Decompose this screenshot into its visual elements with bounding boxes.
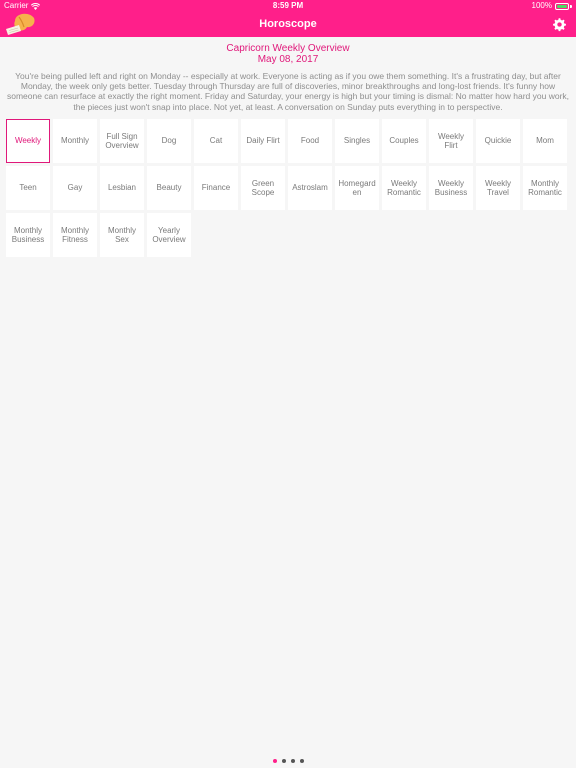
category-tile-gay[interactable]: Gay: [53, 166, 97, 210]
status-bar: Carrier 8:59 PM 100%: [0, 0, 576, 12]
page-dot[interactable]: [281, 759, 286, 763]
category-tile-weekly-travel[interactable]: Weekly Travel: [476, 166, 520, 210]
category-tile-weekly-flirt[interactable]: Weekly Flirt: [429, 119, 473, 163]
gear-icon[interactable]: [552, 17, 567, 32]
category-tile-monthly-sex[interactable]: Monthly Sex: [100, 213, 144, 257]
category-tile-weekly-romantic[interactable]: Weekly Romantic: [382, 166, 426, 210]
nav-title: Horoscope: [259, 18, 317, 30]
category-tile-couples[interactable]: Couples: [382, 119, 426, 163]
battery-status: 100%: [532, 0, 572, 12]
page-dot[interactable]: [290, 759, 295, 763]
category-tile-food[interactable]: Food: [288, 119, 332, 163]
category-tile-yearly-overview[interactable]: Yearly Overview: [147, 213, 191, 257]
overview-title: Capricorn Weekly Overview: [226, 43, 350, 54]
overview-header: Capricorn Weekly Overview May 08, 2017: [0, 43, 576, 65]
page-dot[interactable]: [299, 759, 304, 763]
category-tile-monthly-business[interactable]: Monthly Business: [6, 213, 50, 257]
category-tile-monthly-romantic[interactable]: Monthly Romantic: [523, 166, 567, 210]
category-tile-teen[interactable]: Teen: [6, 166, 50, 210]
battery-icon: [555, 2, 569, 10]
category-tile-weekly[interactable]: Weekly: [6, 119, 50, 163]
page-indicator[interactable]: [0, 759, 576, 763]
category-tile-weekly-business[interactable]: Weekly Business: [429, 166, 473, 210]
overview-text: You're being pulled left and right on Mo…: [6, 71, 570, 112]
category-tile-mom[interactable]: Mom: [523, 119, 567, 163]
category-tile-lesbian[interactable]: Lesbian: [100, 166, 144, 210]
category-tile-quickie[interactable]: Quickie: [476, 119, 520, 163]
battery-nub: [570, 4, 572, 8]
category-tile-full-sign-overview[interactable]: Full Sign Overview: [100, 119, 144, 163]
page-dot[interactable]: [272, 759, 277, 763]
category-tile-beauty[interactable]: Beauty: [147, 166, 191, 210]
overview-date: May 08, 2017: [257, 54, 319, 65]
category-tile-astroslam[interactable]: Astroslam: [288, 166, 332, 210]
category-tile-daily-flirt[interactable]: Daily Flirt: [241, 119, 285, 163]
category-tile-monthly[interactable]: Monthly: [53, 119, 97, 163]
category-tile-homegarden[interactable]: Homegarden: [335, 166, 379, 210]
category-tile-monthly-fitness[interactable]: Monthly Fitness: [53, 213, 97, 257]
category-grid: Weekly Monthly Full Sign Overview Dog Cat Dai…: [6, 119, 572, 257]
category-tile-green-scope[interactable]: Green Scope: [241, 166, 285, 210]
category-tile-singles[interactable]: Singles: [335, 119, 379, 163]
category-tile-dog[interactable]: Dog: [147, 119, 191, 163]
category-tile-finance[interactable]: Finance: [194, 166, 238, 210]
battery-percent: 100%: [531, 1, 552, 10]
category-tile-cat[interactable]: Cat: [194, 119, 238, 163]
status-time: 8:59 PM: [272, 1, 304, 10]
navigation-bar: Horoscope: [0, 12, 576, 37]
